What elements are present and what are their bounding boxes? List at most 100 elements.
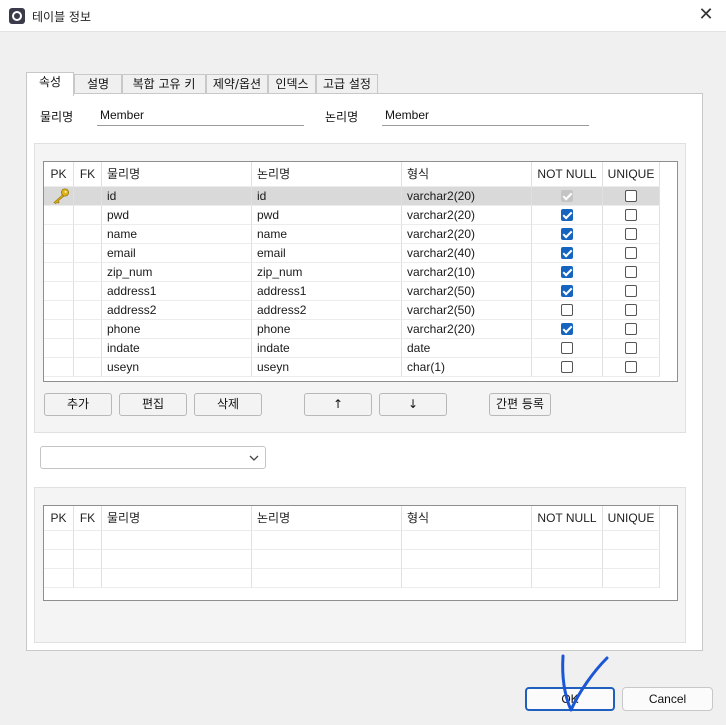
cancel-button[interactable]: Cancel: [622, 687, 713, 711]
table-row[interactable]: indate indate date: [44, 339, 660, 358]
unique-checkbox[interactable]: [625, 228, 637, 240]
unique-checkbox[interactable]: [625, 342, 637, 354]
row-logical-name: id: [252, 187, 402, 206]
not-null-checkbox[interactable]: [561, 285, 573, 297]
not-null-checkbox[interactable]: [561, 190, 573, 202]
header-unique[interactable]: UNIQUE: [603, 162, 660, 187]
row-unique[interactable]: [603, 301, 660, 320]
unique-checkbox[interactable]: [625, 247, 637, 259]
empty-cell: [44, 531, 74, 550]
tab-advanced[interactable]: 고급 설정: [316, 74, 378, 95]
empty-row: [44, 531, 660, 550]
unique-checkbox[interactable]: [625, 209, 637, 221]
header-logical-name[interactable]: 논리명: [252, 506, 402, 531]
unique-checkbox[interactable]: [625, 285, 637, 297]
row-logical-name: name: [252, 225, 402, 244]
row-type: varchar2(50): [402, 282, 532, 301]
row-logical-name: zip_num: [252, 263, 402, 282]
row-unique[interactable]: [603, 263, 660, 282]
row-unique[interactable]: [603, 225, 660, 244]
row-physical-name: phone: [102, 320, 252, 339]
header-pk[interactable]: PK: [44, 162, 74, 187]
header-fk[interactable]: FK: [74, 162, 102, 187]
header-unique[interactable]: UNIQUE: [603, 506, 660, 531]
tab-constraints-options[interactable]: 제약/옵션: [206, 74, 268, 95]
header-fk[interactable]: FK: [74, 506, 102, 531]
not-null-checkbox[interactable]: [561, 209, 573, 221]
empty-cell: [603, 569, 660, 588]
row-unique[interactable]: [603, 206, 660, 225]
simple-register-button[interactable]: 간편 등록: [489, 393, 551, 416]
delete-button[interactable]: 삭제: [194, 393, 262, 416]
row-unique[interactable]: [603, 339, 660, 358]
empty-cell: [74, 531, 102, 550]
index-select[interactable]: [40, 446, 266, 469]
unique-checkbox[interactable]: [625, 304, 637, 316]
tab-attributes[interactable]: 속성: [26, 72, 74, 96]
move-down-button[interactable]: ↓: [379, 393, 447, 416]
row-pk-cell: [44, 187, 74, 206]
logical-name-input[interactable]: [382, 105, 589, 126]
unique-checkbox[interactable]: [625, 190, 637, 202]
row-not-null[interactable]: [532, 187, 603, 206]
not-null-checkbox[interactable]: [561, 266, 573, 278]
header-physical-name[interactable]: 물리명: [102, 162, 252, 187]
row-pk-cell: [44, 225, 74, 244]
table-row[interactable]: name name varchar2(20): [44, 225, 660, 244]
table-row[interactable]: id id varchar2(20): [44, 187, 660, 206]
table-row[interactable]: zip_num zip_num varchar2(10): [44, 263, 660, 282]
row-not-null[interactable]: [532, 244, 603, 263]
not-null-checkbox[interactable]: [561, 247, 573, 259]
row-not-null[interactable]: [532, 339, 603, 358]
row-pk-cell: [44, 282, 74, 301]
table-row[interactable]: pwd pwd varchar2(20): [44, 206, 660, 225]
not-null-checkbox[interactable]: [561, 228, 573, 240]
header-not-null[interactable]: NOT NULL: [532, 162, 603, 187]
header-not-null[interactable]: NOT NULL: [532, 506, 603, 531]
empty-cell: [44, 569, 74, 588]
edit-button[interactable]: 편집: [119, 393, 187, 416]
row-not-null[interactable]: [532, 282, 603, 301]
table-row[interactable]: email email varchar2(40): [44, 244, 660, 263]
table-row[interactable]: address2 address2 varchar2(50): [44, 301, 660, 320]
not-null-checkbox[interactable]: [561, 323, 573, 335]
row-not-null[interactable]: [532, 301, 603, 320]
physical-name-input[interactable]: [97, 105, 304, 126]
row-pk-cell: [44, 244, 74, 263]
table-row[interactable]: useyn useyn char(1): [44, 358, 660, 377]
header-logical-name[interactable]: 논리명: [252, 162, 402, 187]
add-button[interactable]: 추가: [44, 393, 112, 416]
row-not-null[interactable]: [532, 206, 603, 225]
row-unique[interactable]: [603, 358, 660, 377]
not-null-checkbox[interactable]: [561, 342, 573, 354]
row-physical-name: address2: [102, 301, 252, 320]
tab-composite-unique-key[interactable]: 복합 고유 키: [122, 74, 206, 95]
ok-button[interactable]: OK: [525, 687, 615, 711]
row-not-null[interactable]: [532, 320, 603, 339]
table-row[interactable]: address1 address1 varchar2(50): [44, 282, 660, 301]
table-row[interactable]: phone phone varchar2(20): [44, 320, 660, 339]
unique-checkbox[interactable]: [625, 361, 637, 373]
row-unique[interactable]: [603, 282, 660, 301]
header-pk[interactable]: PK: [44, 506, 74, 531]
row-unique[interactable]: [603, 187, 660, 206]
row-unique[interactable]: [603, 244, 660, 263]
move-up-button[interactable]: ↑: [304, 393, 372, 416]
header-type[interactable]: 형식: [402, 162, 532, 187]
tab-description[interactable]: 설명: [74, 74, 122, 95]
not-null-checkbox[interactable]: [561, 361, 573, 373]
not-null-checkbox[interactable]: [561, 304, 573, 316]
header-physical-name[interactable]: 물리명: [102, 506, 252, 531]
unique-checkbox[interactable]: [625, 266, 637, 278]
header-type[interactable]: 형식: [402, 506, 532, 531]
row-unique[interactable]: [603, 320, 660, 339]
row-not-null[interactable]: [532, 263, 603, 282]
row-physical-name: pwd: [102, 206, 252, 225]
close-icon[interactable]: ✕: [694, 3, 718, 27]
row-not-null[interactable]: [532, 358, 603, 377]
row-logical-name: email: [252, 244, 402, 263]
unique-checkbox[interactable]: [625, 323, 637, 335]
tab-index[interactable]: 인덱스: [268, 74, 316, 95]
row-physical-name: useyn: [102, 358, 252, 377]
row-not-null[interactable]: [532, 225, 603, 244]
